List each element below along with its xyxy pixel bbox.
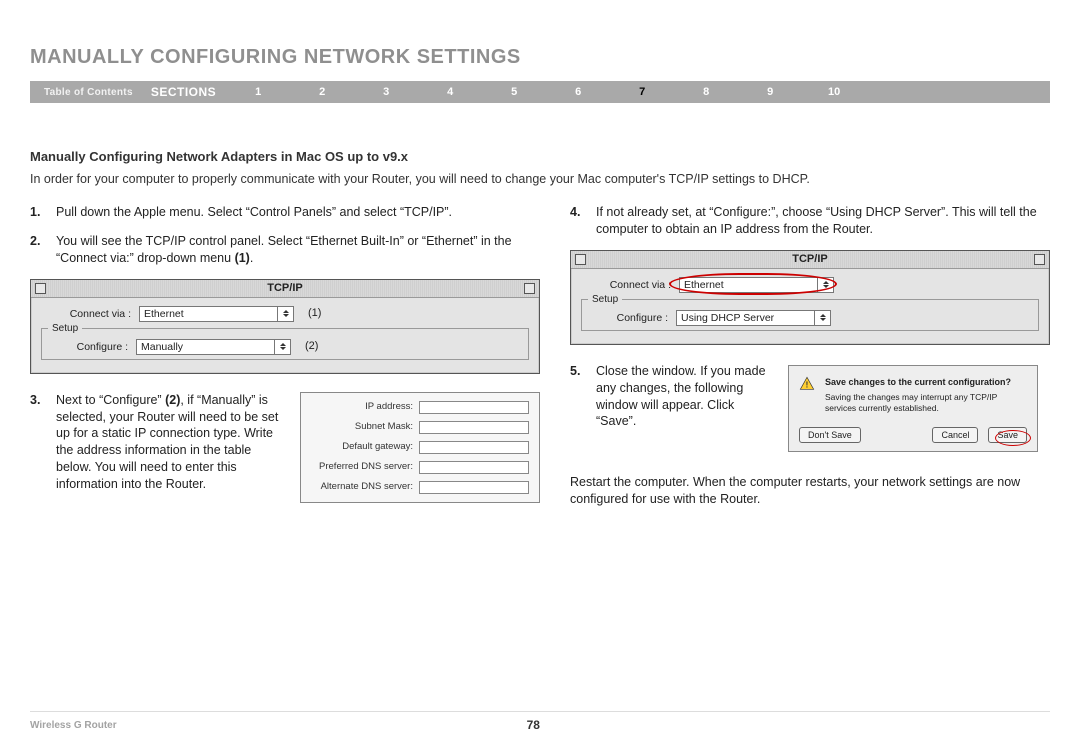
page-title: MANUALLY CONFIGURING NETWORK SETTINGS <box>30 46 1050 69</box>
subnet-mask-label: Subnet Mask: <box>311 421 413 434</box>
nav-section-3[interactable]: 3 <box>354 86 418 98</box>
nav-toc[interactable]: Table of Contents <box>36 87 141 98</box>
dropdown-icon <box>814 310 830 326</box>
tcpip-panel-manual: TCP/IP Connect via : Ethernet (1) Setup <box>30 279 540 374</box>
save-button[interactable]: Save <box>988 427 1027 443</box>
tcpip-panel-dhcp: TCP/IP Connect via : Ethernet Setup <box>570 250 1050 345</box>
tcpip-titlebar: TCP/IP <box>571 251 1049 269</box>
marker-1: (1) <box>308 306 321 321</box>
nav-section-1[interactable]: 1 <box>226 86 290 98</box>
dialog-message: Save changes to the current configuratio… <box>825 376 1027 388</box>
dont-save-button[interactable]: Don't Save <box>799 427 861 443</box>
footer-divider <box>30 711 1050 712</box>
step-3-number: 3. <box>30 392 46 493</box>
configure-value: Using DHCP Server <box>681 311 774 325</box>
svg-text:!: ! <box>806 380 809 389</box>
connect-via-value: Ethernet <box>144 307 184 321</box>
step-4-number: 4. <box>570 204 586 238</box>
step-2-number: 2. <box>30 233 46 267</box>
preferred-dns-label: Preferred DNS server: <box>311 461 413 474</box>
nav-section-2[interactable]: 2 <box>290 86 354 98</box>
nav-section-10[interactable]: 10 <box>802 86 866 98</box>
configure-select[interactable]: Manually <box>136 339 291 355</box>
setup-legend: Setup <box>588 293 622 307</box>
ip-address-label: IP address: <box>311 401 413 414</box>
cancel-button[interactable]: Cancel <box>932 427 978 443</box>
footer-page-number: 78 <box>527 718 540 732</box>
connect-via-value: Ethernet <box>684 278 724 292</box>
nav-section-9[interactable]: 9 <box>738 86 802 98</box>
configure-label: Configure : <box>590 311 668 325</box>
ip-address-field[interactable] <box>419 401 529 414</box>
step-5-text: Close the window. If you made any change… <box>596 363 770 431</box>
tcpip-titlebar: TCP/IP <box>31 280 539 298</box>
step-1-number: 1. <box>30 204 46 221</box>
dropdown-icon <box>817 277 833 293</box>
nav-section-6[interactable]: 6 <box>546 86 610 98</box>
preferred-dns-field[interactable] <box>419 461 529 474</box>
nav-section-4[interactable]: 4 <box>418 86 482 98</box>
footer-product: Wireless G Router <box>30 720 117 731</box>
configure-value: Manually <box>141 340 183 354</box>
configure-select[interactable]: Using DHCP Server <box>676 310 831 326</box>
save-dialog: ! Save changes to the current configurat… <box>788 365 1038 453</box>
tcpip-title: TCP/IP <box>267 281 302 296</box>
step-3-text: Next to “Configure” (2), if “Manually” i… <box>56 392 284 493</box>
connect-via-select[interactable]: Ethernet <box>139 306 294 322</box>
connect-via-label: Connect via : <box>41 307 131 321</box>
default-gateway-label: Default gateway: <box>311 441 413 454</box>
intro-text: In order for your computer to properly c… <box>30 172 1050 186</box>
zoom-icon[interactable] <box>524 283 535 294</box>
close-icon[interactable] <box>35 283 46 294</box>
dialog-subtext: Saving the changes may interrupt any TCP… <box>825 392 1027 413</box>
warning-icon: ! <box>799 376 815 392</box>
tcpip-title: TCP/IP <box>792 252 827 267</box>
step-1-text: Pull down the Apple menu. Select “Contro… <box>56 204 540 221</box>
dropdown-icon <box>274 339 290 355</box>
subnet-mask-field[interactable] <box>419 421 529 434</box>
marker-2: (2) <box>305 339 318 354</box>
alternate-dns-label: Alternate DNS server: <box>311 481 413 494</box>
section-nav: Table of Contents SECTIONS 1 2 3 4 5 6 7… <box>30 81 1050 103</box>
nav-section-8[interactable]: 8 <box>674 86 738 98</box>
step-2-text: You will see the TCP/IP control panel. S… <box>56 233 540 267</box>
connect-via-label: Connect via : <box>581 278 671 292</box>
restart-text: Restart the computer. When the computer … <box>570 474 1050 508</box>
step-4-text: If not already set, at “Configure:”, cho… <box>596 204 1050 238</box>
dropdown-icon <box>277 306 293 322</box>
zoom-icon[interactable] <box>1034 254 1045 265</box>
nav-sections-label: SECTIONS <box>141 85 226 99</box>
setup-legend: Setup <box>48 322 82 336</box>
connect-via-select[interactable]: Ethernet <box>679 277 834 293</box>
address-table: IP address: Subnet Mask: Default gateway… <box>300 392 540 503</box>
subheading: Manually Configuring Network Adapters in… <box>30 149 1050 164</box>
nav-section-7[interactable]: 7 <box>610 86 674 98</box>
step-5-number: 5. <box>570 363 586 431</box>
configure-label: Configure : <box>50 340 128 354</box>
alternate-dns-field[interactable] <box>419 481 529 494</box>
nav-section-5[interactable]: 5 <box>482 86 546 98</box>
close-icon[interactable] <box>575 254 586 265</box>
default-gateway-field[interactable] <box>419 441 529 454</box>
